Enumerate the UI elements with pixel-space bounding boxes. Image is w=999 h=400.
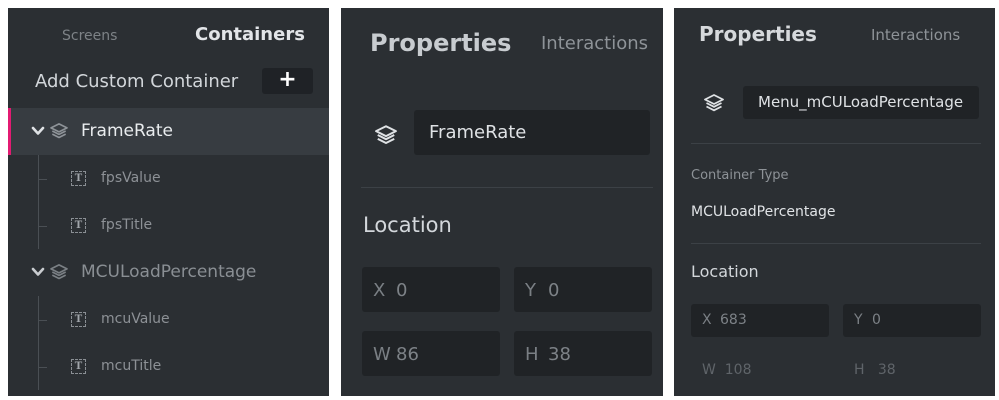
text-icon: T	[71, 359, 86, 374]
tab-properties[interactable]: Properties	[370, 29, 511, 57]
divider	[691, 143, 981, 144]
x-value: 683	[720, 312, 747, 328]
tree-child-fpsvalue[interactable]: T fpsValue	[8, 155, 329, 202]
layers-icon	[704, 94, 724, 112]
add-custom-container-label: Add Custom Container	[35, 71, 239, 92]
w-label: W	[702, 362, 716, 378]
tree-guide-branch	[38, 367, 47, 368]
container-type-value: MCULoadPercentage	[691, 204, 836, 220]
text-icon: T	[71, 312, 86, 327]
location-heading: Location	[363, 213, 452, 237]
x-field[interactable]: X 683	[691, 304, 829, 337]
w-field[interactable]: W 108	[702, 362, 751, 378]
tree-container-mculoadpercentage[interactable]: MCULoadPercentage	[8, 249, 329, 296]
tree-container-label: MCULoadPercentage	[81, 262, 257, 282]
tab-interactions[interactable]: Interactions	[541, 33, 648, 54]
tab-interactions[interactable]: Interactions	[871, 26, 960, 44]
container-name-input[interactable]: Menu_mCULoadPercentage	[743, 86, 979, 119]
container-type-label: Container Type	[691, 168, 789, 183]
tree-container-framerate[interactable]: FrameRate	[8, 108, 329, 155]
container-name-input[interactable]: FrameRate	[414, 110, 650, 155]
properties-panel-framerate: Properties Interactions FrameRate Locati…	[341, 8, 663, 396]
divider	[691, 243, 981, 244]
w-value: 108	[724, 362, 752, 378]
container-name-value: FrameRate	[429, 122, 527, 143]
x-field[interactable]: X 0	[362, 267, 500, 312]
containers-panel: Screens Containers Add Custom Container …	[8, 8, 329, 396]
location-heading: Location	[691, 262, 759, 281]
tree-child-mcuvalue[interactable]: T mcuValue	[8, 296, 329, 343]
y-value: 0	[548, 280, 560, 301]
h-label: H	[854, 362, 865, 378]
tab-screens[interactable]: Screens	[62, 28, 117, 44]
tree-child-label: fpsTitle	[101, 217, 153, 233]
x-label: X	[373, 280, 386, 301]
add-container-button[interactable]: +	[262, 68, 313, 94]
h-field[interactable]: H 38	[514, 331, 652, 376]
chevron-down-icon[interactable]	[30, 123, 46, 139]
tab-containers[interactable]: Containers	[195, 24, 305, 45]
y-label: Y	[525, 280, 536, 301]
tree-child-label: mcuTitle	[101, 358, 162, 374]
tree-guide-branch	[38, 320, 47, 321]
layers-icon	[50, 123, 68, 139]
w-label: W	[373, 344, 391, 365]
tab-properties[interactable]: Properties	[699, 22, 817, 46]
h-label: H	[525, 344, 539, 365]
h-field[interactable]: H 38	[854, 362, 896, 378]
properties-panel-mcuload: Properties Interactions Menu_mCULoadPerc…	[674, 8, 995, 396]
layers-icon	[375, 125, 397, 145]
h-value: 38	[548, 344, 571, 365]
tree-child-label: fpsValue	[101, 170, 161, 186]
w-field[interactable]: W 86	[362, 331, 500, 376]
y-field[interactable]: Y 0	[843, 304, 981, 337]
w-value: 86	[396, 344, 419, 365]
text-icon: T	[71, 171, 86, 186]
tree-child-fpstitle[interactable]: T fpsTitle	[8, 202, 329, 249]
y-label: Y	[854, 312, 863, 328]
tree-guide-branch	[38, 179, 47, 180]
layers-icon	[50, 264, 68, 280]
y-field[interactable]: Y 0	[514, 267, 652, 312]
chevron-down-icon[interactable]	[30, 264, 46, 280]
y-value: 0	[872, 312, 881, 328]
text-icon: T	[71, 218, 86, 233]
tree-guide-branch	[38, 226, 47, 227]
x-label: X	[702, 312, 712, 328]
h-value: 38	[877, 362, 896, 378]
x-value: 0	[396, 280, 408, 301]
tree-child-mcutitle[interactable]: T mcuTitle	[8, 343, 329, 390]
container-name-value: Menu_mCULoadPercentage	[758, 93, 964, 111]
tree-container-label: FrameRate	[81, 121, 173, 141]
divider	[361, 187, 653, 188]
tree-child-label: mcuValue	[101, 311, 170, 327]
